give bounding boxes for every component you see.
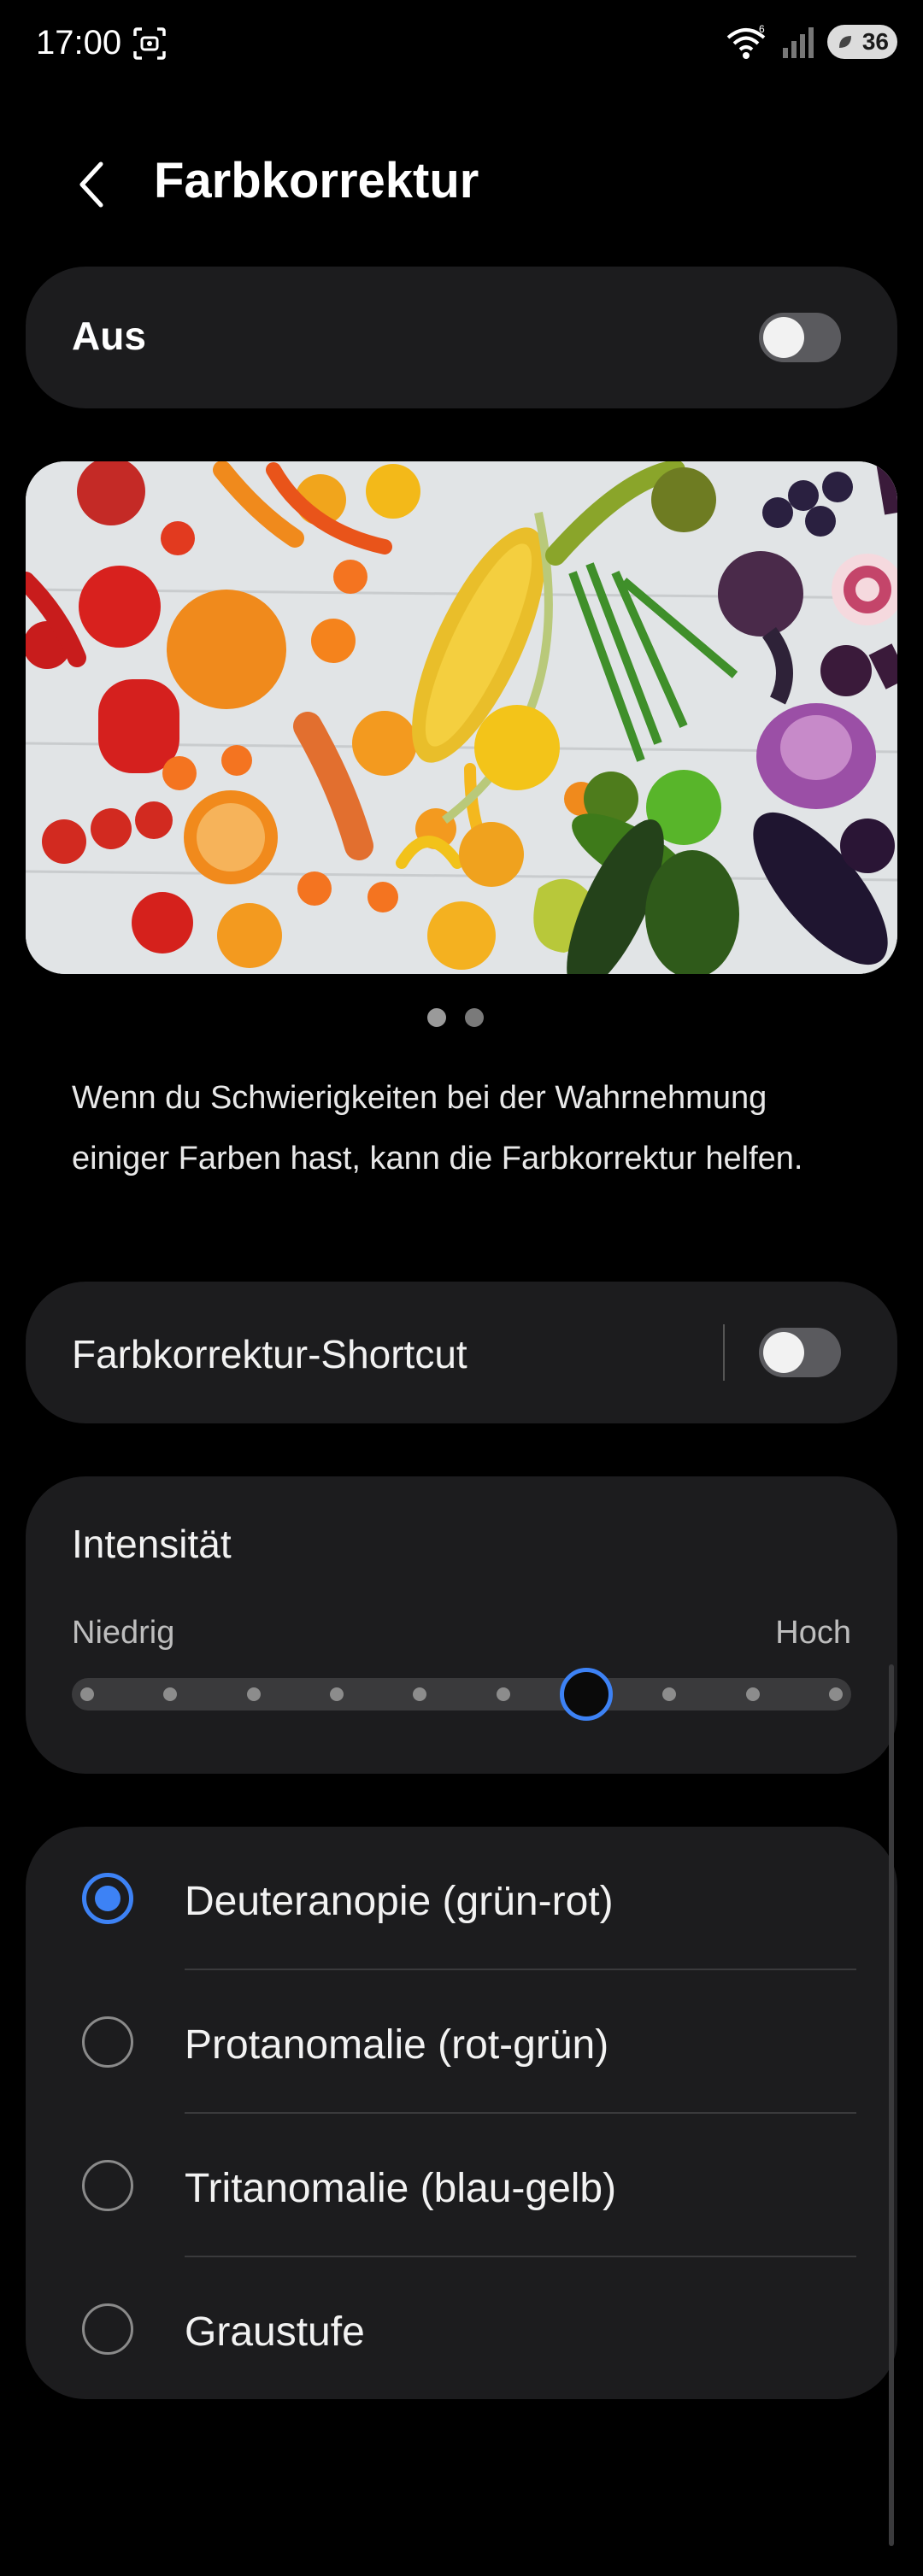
mode-option-label: Graustufe xyxy=(185,2309,365,2355)
radio-button[interactable] xyxy=(82,2303,133,2355)
slider-step[interactable] xyxy=(745,1687,760,1701)
battery-level: 36 xyxy=(861,28,889,55)
color-correction-screen: 17:00 6 36 Farbkorrektur Aus Wenn du Sch… xyxy=(0,0,923,2576)
shortcut-label: Farbkorrektur-Shortcut xyxy=(72,1332,467,1376)
intensity-title: Intensität xyxy=(72,1522,232,1566)
mode-option[interactable]: Deuteranopie (grün-rot) xyxy=(26,1827,897,1970)
radio-button[interactable] xyxy=(82,1873,133,1924)
shortcut-toggle[interactable] xyxy=(759,1328,841,1377)
intensity-low-label: Niedrig xyxy=(72,1615,175,1651)
mode-option-label: Tritanomalie (blau-gelb) xyxy=(185,2166,617,2211)
back-button[interactable] xyxy=(67,154,118,215)
battery-icon: 36 xyxy=(827,25,897,59)
screenshot-icon xyxy=(133,27,166,60)
slider-step[interactable] xyxy=(413,1687,427,1701)
mode-list: Deuteranopie (grün-rot) Protanomalie (rot… xyxy=(26,1827,897,2399)
radio-button[interactable] xyxy=(82,2160,133,2211)
slider-step[interactable] xyxy=(246,1687,261,1701)
toggle-knob xyxy=(763,1332,804,1373)
status-icons: 6 36 xyxy=(725,22,897,62)
slider-step[interactable] xyxy=(496,1687,510,1701)
divider xyxy=(723,1324,725,1381)
slider-thumb[interactable] xyxy=(560,1668,613,1721)
preview-image[interactable] xyxy=(26,461,897,974)
radio-button[interactable] xyxy=(82,2016,133,2068)
status-bar: 17:00 6 36 xyxy=(0,0,923,85)
leaf-icon xyxy=(839,36,851,48)
master-toggle[interactable] xyxy=(759,313,841,362)
mode-option[interactable]: Tritanomalie (blau-gelb) xyxy=(26,2114,897,2257)
intensity-card: Intensität Niedrig Hoch xyxy=(26,1476,897,1774)
mode-option[interactable]: Graustufe xyxy=(26,2257,897,2401)
page-dot[interactable] xyxy=(465,1008,484,1027)
wifi-icon: 6 xyxy=(726,23,766,59)
slider-step[interactable] xyxy=(163,1687,178,1701)
description-text: Wenn du Schwierigkeiten bei der Wahrnehm… xyxy=(72,1080,803,1177)
svg-text:6: 6 xyxy=(759,23,765,35)
shortcut-card[interactable]: Farbkorrektur-Shortcut xyxy=(26,1282,897,1423)
slider-step[interactable] xyxy=(330,1687,344,1701)
slider-step[interactable] xyxy=(662,1687,677,1701)
status-time: 17:00 xyxy=(36,24,122,62)
signal-icon xyxy=(783,27,814,58)
master-switch-label: Aus xyxy=(72,314,146,358)
slider-step[interactable] xyxy=(829,1687,843,1701)
mode-option[interactable]: Protanomalie (rot-grün) xyxy=(26,1970,897,2114)
intensity-slider[interactable] xyxy=(72,1668,851,1721)
intensity-high-label: Hoch xyxy=(775,1615,851,1651)
vegetables-image xyxy=(26,461,897,974)
page-dot[interactable] xyxy=(427,1008,446,1027)
mode-option-label: Deuteranopie (grün-rot) xyxy=(185,1879,614,1924)
page-title: Farbkorrektur xyxy=(154,153,479,208)
master-switch-card[interactable]: Aus xyxy=(26,267,897,408)
page-indicator xyxy=(427,1008,484,1027)
mode-option-label: Protanomalie (rot-grün) xyxy=(185,2022,609,2068)
slider-step[interactable] xyxy=(80,1687,94,1701)
scrollbar[interactable] xyxy=(889,1664,894,2546)
toggle-knob xyxy=(763,317,804,358)
